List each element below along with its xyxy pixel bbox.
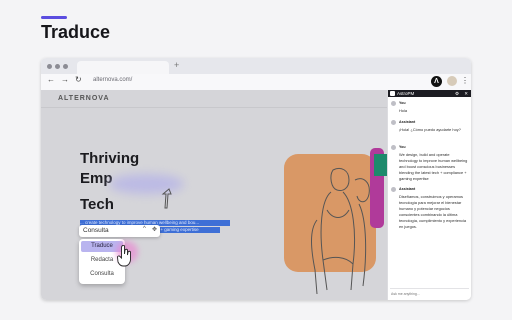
user-avatar-icon — [391, 145, 396, 150]
back-icon[interactable]: ← — [47, 75, 55, 84]
message-role: Assistant — [399, 187, 416, 191]
message-text: ¡Hola! ¿Cómo puedo ayudarte hoy? — [399, 127, 461, 132]
chat-input-area — [390, 288, 469, 298]
astropm-logo-icon — [390, 91, 395, 96]
move-icon[interactable]: ✥ — [152, 226, 157, 233]
site-header-divider — [41, 107, 387, 108]
page-heading: Traduce — [41, 22, 111, 42]
window-controls — [47, 64, 68, 69]
message-role: Assistant — [399, 120, 416, 124]
message-text: We design, build and operate technology … — [399, 152, 468, 181]
ai-action-selected-value[interactable]: Consulta — [83, 227, 109, 234]
assistant-avatar-icon — [391, 120, 396, 125]
browser-menu-icon[interactable]: ⋮ — [461, 76, 469, 85]
message-role: You — [399, 145, 406, 149]
astro-extension-icon[interactable]: Λ — [431, 76, 442, 87]
chevron-up-icon[interactable]: ^ — [143, 226, 146, 232]
ai-action-select[interactable]: Consulta ^ ✥ — [79, 225, 160, 237]
tab-strip: + — [41, 58, 471, 74]
window-dot-maximize[interactable] — [63, 64, 68, 69]
menu-item-consulta[interactable]: Consulta — [81, 269, 123, 280]
profile-avatar-icon[interactable] — [447, 76, 457, 86]
site-logo[interactable]: ALTERNOVA — [58, 95, 110, 102]
user-avatar-icon — [391, 101, 396, 106]
astropm-side-panel: AstroPM ⚙ ✕ You Hola Assistant ¡Hola! ¿C… — [387, 90, 471, 300]
browser-toolbar: ← → ↻ alternova.com/ Λ ⋮ — [41, 74, 471, 91]
browser-tab[interactable] — [77, 61, 169, 74]
hero-line-2: Emp — [80, 170, 113, 187]
browser-window: + ← → ↻ alternova.com/ Λ ⋮ ALTERNOVA Thr… — [41, 58, 471, 300]
new-tab-button[interactable]: + — [174, 60, 179, 70]
message-text: Hola — [399, 108, 408, 113]
accent-bar — [41, 16, 67, 19]
window-dot-close[interactable] — [47, 64, 52, 69]
message-role: You — [399, 101, 406, 105]
hero-figure-illustration — [311, 167, 370, 295]
hero-line-3: Tech — [80, 196, 114, 213]
panel-controls[interactable]: ⚙ ✕ — [455, 90, 470, 97]
message-text: Diseñamos, construimos y operamos tecnol… — [399, 194, 467, 229]
forward-icon[interactable]: → — [61, 75, 69, 84]
hero-line-1: Thriving — [80, 150, 140, 167]
window-dot-minimize[interactable] — [55, 64, 60, 69]
hand-pointer-icon — [117, 245, 131, 267]
panel-title: AstroPM — [397, 91, 415, 96]
assistant-avatar-icon — [391, 187, 396, 192]
panel-header: AstroPM ⚙ ✕ — [388, 90, 471, 97]
arrow-cursor-icon — [161, 188, 172, 209]
reload-icon[interactable]: ↻ — [75, 75, 82, 84]
chat-input[interactable] — [391, 290, 468, 297]
address-bar[interactable]: alternova.com/ — [93, 77, 132, 83]
